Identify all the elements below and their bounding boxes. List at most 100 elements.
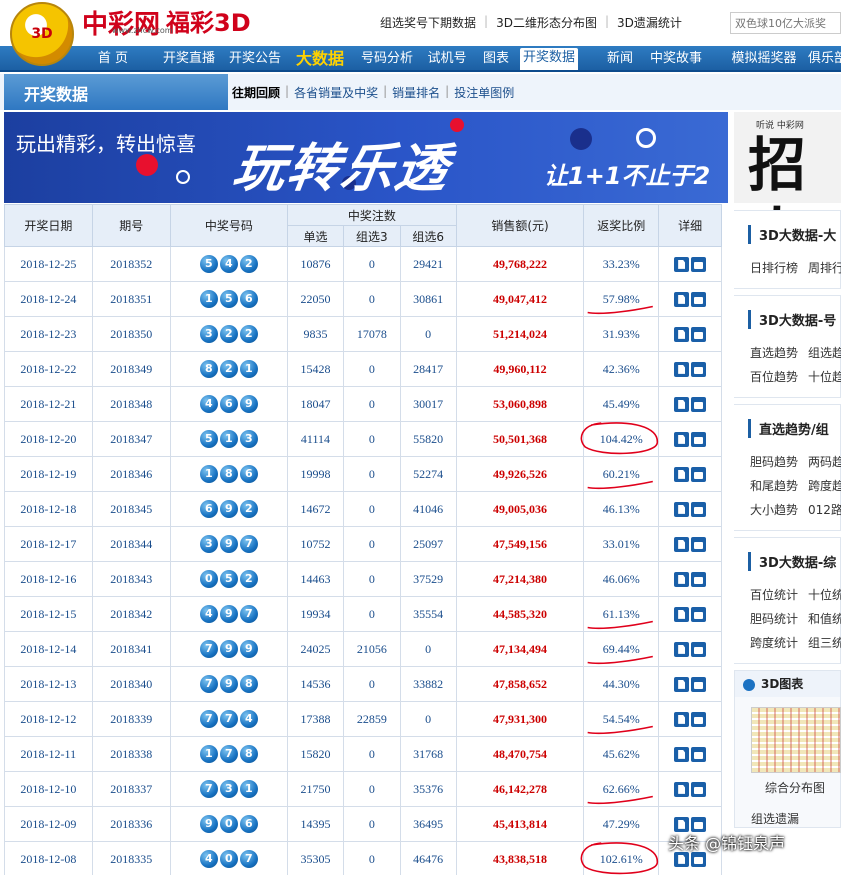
sidebar-link[interactable]: 百位趋势 [750, 370, 798, 384]
sidebar-link[interactable]: 跨度趋 [808, 479, 841, 493]
sidebar-extra-link[interactable]: 组选遗漏 [751, 810, 840, 827]
camera-icon[interactable] [691, 396, 707, 412]
sublink-province-sales[interactable]: 各省销量及中奖 [294, 84, 378, 101]
sidebar-section-title[interactable]: 直选趋势/组 [748, 419, 840, 438]
recruit-banner[interactable]: 听说 中彩网 招人 [734, 112, 841, 269]
sidebar-section-title[interactable]: 3D大数据-号 [748, 310, 840, 329]
sidebar-section-title[interactable]: 3D大数据-综 [748, 552, 840, 571]
sublink-sales-rank[interactable]: 销量排名 [392, 84, 440, 101]
top-link-2d-distribution[interactable]: 3D二维形态分布图 [488, 14, 605, 31]
top-link-missing-stats[interactable]: 3D遗漏统计 [609, 14, 690, 31]
document-icon[interactable] [674, 711, 690, 727]
camera-icon[interactable] [691, 431, 707, 447]
document-icon[interactable] [674, 256, 690, 272]
sidebar-link[interactable]: 跨度统计 [750, 636, 798, 650]
table-row: 2018-12-09 2018336 9 0 6 14395 0 36495 45,413,81… [4, 806, 722, 842]
nav-number-analysis[interactable]: 号码分析 [356, 46, 418, 72]
top-link-group-next[interactable]: 组选奖号下期数据 [372, 14, 484, 31]
payout-ratio: 54.54% [583, 701, 660, 737]
issue-number: 2018338 [91, 736, 171, 772]
nav-simulator[interactable]: 模拟摇奖器 [728, 46, 800, 72]
document-icon[interactable] [674, 606, 690, 622]
camera-icon[interactable] [691, 851, 707, 867]
sidebar-link[interactable]: 十位趋 [808, 370, 841, 384]
camera-icon[interactable] [691, 501, 707, 517]
nav-big-data[interactable]: 大数据 [290, 46, 350, 72]
number-ball: 7 [199, 710, 218, 728]
sidebar-link[interactable]: 十位统 [808, 588, 841, 602]
payout-ratio: 44.30% [583, 666, 660, 702]
document-icon[interactable] [674, 676, 690, 692]
nav-live[interactable]: 开奖直播 [158, 46, 220, 72]
nav-club[interactable]: 俱乐部 [808, 46, 841, 72]
document-icon[interactable] [674, 781, 690, 797]
camera-icon[interactable] [691, 291, 707, 307]
document-icon[interactable] [674, 641, 690, 657]
document-icon[interactable] [674, 431, 690, 447]
document-icon[interactable] [674, 396, 690, 412]
top-links: 组选奖号下期数据 | 3D二维形态分布图 | 3D遗漏统计 [372, 14, 690, 31]
main-nav: 首 页 开奖直播 开奖公告 大数据 号码分析 试机号 图表 开奖数据 新闻 中奖… [0, 46, 841, 72]
chart-caption[interactable]: 综合分布图 [765, 779, 840, 796]
number-ball: 8 [219, 465, 238, 483]
sidebar-link[interactable]: 胆码统计 [750, 612, 798, 626]
camera-icon[interactable] [691, 746, 707, 762]
document-icon[interactable] [674, 746, 690, 762]
document-icon[interactable] [674, 571, 690, 587]
nav-draw-data[interactable]: 开奖数据 [520, 48, 578, 70]
sublink-history[interactable]: 往期回顾 [232, 84, 280, 101]
camera-icon[interactable] [691, 536, 707, 552]
group3-count: 0 [343, 246, 401, 282]
number-ball: 9 [239, 640, 258, 658]
camera-icon[interactable] [691, 571, 707, 587]
sidebar-link[interactable]: 和值统 [808, 612, 841, 626]
camera-icon[interactable] [691, 676, 707, 692]
table-row: 2018-12-13 2018340 7 9 8 14536 0 33882 47,858,65… [4, 666, 722, 702]
chart-thumbnail[interactable] [751, 707, 841, 773]
document-icon[interactable] [674, 361, 690, 377]
draw-date: 2018-12-10 [4, 771, 93, 807]
sidebar-link[interactable]: 日排行榜 [750, 261, 798, 275]
camera-icon[interactable] [691, 256, 707, 272]
logo-badge[interactable]: 3D [10, 2, 74, 66]
document-icon[interactable] [674, 536, 690, 552]
camera-icon[interactable] [691, 361, 707, 377]
sidebar-link[interactable]: 百位统计 [750, 588, 798, 602]
document-icon[interactable] [674, 326, 690, 342]
sidebar-link[interactable]: 组三统 [808, 636, 841, 650]
sales-amount: 47,549,156 [455, 526, 585, 562]
nav-news[interactable]: 新闻 [600, 46, 640, 72]
document-icon[interactable] [674, 501, 690, 517]
nav-home[interactable]: 首 页 [88, 46, 138, 72]
detail-actions [658, 351, 722, 387]
camera-icon[interactable] [691, 326, 707, 342]
nav-win-stories[interactable]: 中奖故事 [646, 46, 706, 72]
sidebar-link[interactable]: 两码趋 [808, 455, 841, 469]
sidebar-link[interactable]: 直选趋势 [750, 346, 798, 360]
nav-test-number[interactable]: 试机号 [422, 46, 472, 72]
camera-icon[interactable] [691, 711, 707, 727]
search-input[interactable] [730, 12, 841, 34]
sublink-ticket-sample[interactable]: 投注单图例 [454, 84, 514, 101]
sidebar-link[interactable]: 012路 [808, 503, 841, 517]
camera-icon[interactable] [691, 606, 707, 622]
camera-icon[interactable] [691, 781, 707, 797]
document-icon[interactable] [674, 466, 690, 482]
promo-banner[interactable]: 玩出精彩，转出惊喜 玩转乐透 让1+1不止于2 [4, 112, 728, 203]
document-icon[interactable] [674, 851, 690, 867]
sidebar-link[interactable]: 组选趋 [808, 346, 841, 360]
section-title: 开奖数据 [4, 74, 228, 110]
sidebar-link[interactable]: 周排行 [808, 261, 841, 275]
detail-actions [658, 736, 722, 772]
issue-number: 2018336 [91, 806, 171, 842]
nav-notice[interactable]: 开奖公告 [224, 46, 286, 72]
sidebar-link[interactable]: 大小趋势 [750, 503, 798, 517]
camera-icon[interactable] [691, 466, 707, 482]
table-row: 2018-12-20 2018347 5 1 3 41114 0 55820 50,501,36… [4, 421, 722, 457]
sidebar-link[interactable]: 和尾趋势 [750, 479, 798, 493]
document-icon[interactable] [674, 291, 690, 307]
camera-icon[interactable] [691, 641, 707, 657]
sidebar-section-title[interactable]: 3D大数据-大 [748, 225, 840, 244]
sidebar-link[interactable]: 胆码趋势 [750, 455, 798, 469]
nav-charts[interactable]: 图表 [476, 46, 516, 72]
